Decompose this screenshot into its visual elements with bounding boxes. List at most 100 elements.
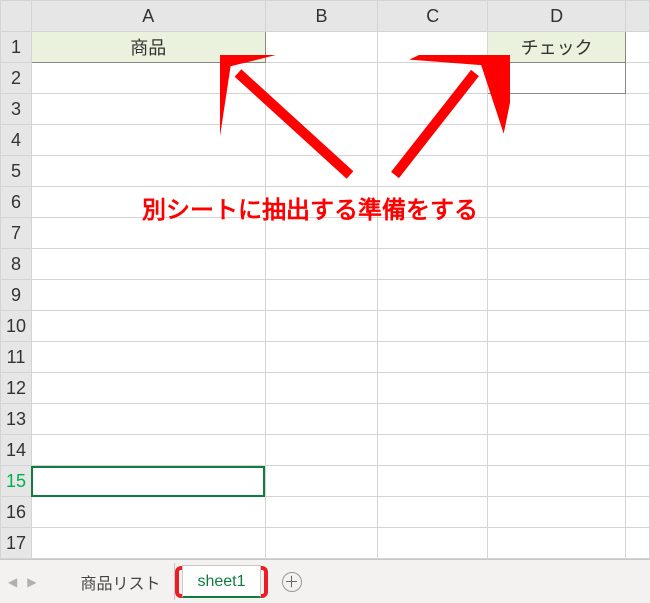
cell-C13[interactable]	[378, 404, 488, 435]
cell-E10[interactable]	[626, 311, 650, 342]
cell-B7[interactable]	[265, 218, 378, 249]
row-header-7[interactable]: 7	[1, 218, 32, 249]
cell-E13[interactable]	[626, 404, 650, 435]
cell-E1[interactable]	[626, 32, 650, 63]
cell-E8[interactable]	[626, 249, 650, 280]
cell-A14[interactable]	[31, 435, 265, 466]
row-header-10[interactable]: 10	[1, 311, 32, 342]
select-all-corner[interactable]	[1, 1, 32, 32]
cell-D10[interactable]	[488, 311, 626, 342]
cell-E9[interactable]	[626, 280, 650, 311]
cell-C4[interactable]	[378, 125, 488, 156]
cell-D13[interactable]	[488, 404, 626, 435]
cell-C14[interactable]	[378, 435, 488, 466]
cell-A12[interactable]	[31, 373, 265, 404]
cell-C12[interactable]	[378, 373, 488, 404]
cell-A4[interactable]	[31, 125, 265, 156]
cell-E2[interactable]	[626, 63, 650, 94]
cell-D7[interactable]	[488, 218, 626, 249]
cell-A6[interactable]	[31, 187, 265, 218]
cell-A9[interactable]	[31, 280, 265, 311]
cell-B5[interactable]	[265, 156, 378, 187]
cell-E15[interactable]	[626, 466, 650, 497]
row-header-12[interactable]: 12	[1, 373, 32, 404]
col-header-C[interactable]: C	[378, 1, 488, 32]
tab-sheet1[interactable]: sheet1	[182, 565, 260, 598]
cell-E14[interactable]	[626, 435, 650, 466]
cell-B16[interactable]	[265, 497, 378, 528]
cell-E5[interactable]	[626, 156, 650, 187]
row-header-5[interactable]: 5	[1, 156, 32, 187]
row-header-16[interactable]: 16	[1, 497, 32, 528]
cell-D9[interactable]	[488, 280, 626, 311]
cell-A5[interactable]	[31, 156, 265, 187]
cell-C17[interactable]	[378, 528, 488, 559]
cell-A11[interactable]	[31, 342, 265, 373]
cell-C1[interactable]	[378, 32, 488, 63]
cell-B10[interactable]	[265, 311, 378, 342]
cell-E17[interactable]	[626, 528, 650, 559]
row-header-8[interactable]: 8	[1, 249, 32, 280]
cell-A8[interactable]	[31, 249, 265, 280]
cell-C11[interactable]	[378, 342, 488, 373]
cell-D14[interactable]	[488, 435, 626, 466]
cell-B2[interactable]	[265, 63, 378, 94]
cell-D8[interactable]	[488, 249, 626, 280]
col-header-B[interactable]: B	[265, 1, 378, 32]
row-header-15[interactable]: 15	[1, 466, 32, 497]
cell-D17[interactable]	[488, 528, 626, 559]
cell-E16[interactable]	[626, 497, 650, 528]
cell-B15[interactable]	[265, 466, 378, 497]
cell-E7[interactable]	[626, 218, 650, 249]
cell-C2[interactable]	[378, 63, 488, 94]
cell-C10[interactable]	[378, 311, 488, 342]
cell-B12[interactable]	[265, 373, 378, 404]
cell-B3[interactable]	[265, 94, 378, 125]
cell-D6[interactable]	[488, 187, 626, 218]
cell-B17[interactable]	[265, 528, 378, 559]
cell-E4[interactable]	[626, 125, 650, 156]
row-header-6[interactable]: 6	[1, 187, 32, 218]
tab-nav-prev-icon[interactable]: ◀	[8, 575, 17, 589]
cell-C15[interactable]	[378, 466, 488, 497]
cell-C6[interactable]	[378, 187, 488, 218]
cell-A10[interactable]	[31, 311, 265, 342]
cell-B13[interactable]	[265, 404, 378, 435]
cell-B6[interactable]	[265, 187, 378, 218]
tab-nav-next-icon[interactable]: ▶	[27, 575, 36, 589]
col-header-A[interactable]: A	[31, 1, 265, 32]
cell-E12[interactable]	[626, 373, 650, 404]
row-header-13[interactable]: 13	[1, 404, 32, 435]
cell-D2[interactable]	[488, 63, 626, 94]
cell-B8[interactable]	[265, 249, 378, 280]
cell-A1[interactable]: 商品	[31, 32, 265, 63]
cell-A16[interactable]	[31, 497, 265, 528]
cell-B9[interactable]	[265, 280, 378, 311]
cell-E3[interactable]	[626, 94, 650, 125]
cell-B11[interactable]	[265, 342, 378, 373]
row-header-1[interactable]: 1	[1, 32, 32, 63]
cell-D5[interactable]	[488, 156, 626, 187]
cell-A15[interactable]	[31, 466, 265, 497]
cell-B1[interactable]	[265, 32, 378, 63]
row-header-4[interactable]: 4	[1, 125, 32, 156]
spreadsheet-grid[interactable]: A B C D 1 商品 チェック 2 3 4 5 6 7 8 9 10 11 …	[0, 0, 650, 559]
cell-A17[interactable]	[31, 528, 265, 559]
cell-C9[interactable]	[378, 280, 488, 311]
row-header-11[interactable]: 11	[1, 342, 32, 373]
cell-A13[interactable]	[31, 404, 265, 435]
cell-B14[interactable]	[265, 435, 378, 466]
row-header-2[interactable]: 2	[1, 63, 32, 94]
row-header-14[interactable]: 14	[1, 435, 32, 466]
cell-D16[interactable]	[488, 497, 626, 528]
cell-D4[interactable]	[488, 125, 626, 156]
cell-C7[interactable]	[378, 218, 488, 249]
row-header-3[interactable]: 3	[1, 94, 32, 125]
row-header-9[interactable]: 9	[1, 280, 32, 311]
cell-A2[interactable]	[31, 63, 265, 94]
cell-C3[interactable]	[378, 94, 488, 125]
cell-A7[interactable]	[31, 218, 265, 249]
add-sheet-button[interactable]: ＋	[282, 572, 302, 592]
row-header-17[interactable]: 17	[1, 528, 32, 559]
cell-C5[interactable]	[378, 156, 488, 187]
